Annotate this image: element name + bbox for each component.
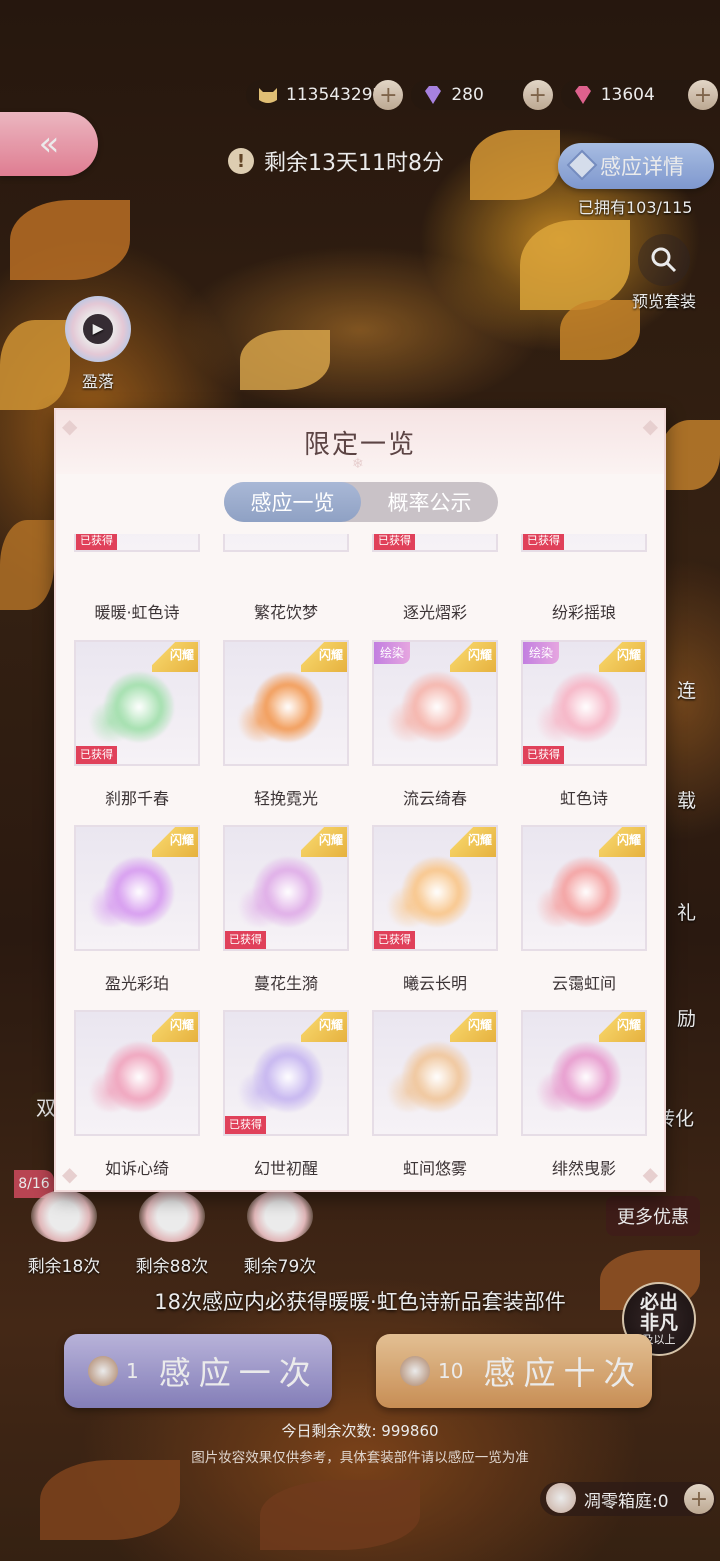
item-artwork <box>235 702 285 742</box>
snowflake-icon: ◆ <box>62 414 78 438</box>
item-name: 纷彩摇琅 <box>551 603 616 622</box>
item-grid: 闪耀已获得暖暖·虹色诗繁花饮梦已获得逐光熠彩已获得纷彩摇琅闪耀已获得刹那千春闪耀… <box>74 534 654 1190</box>
item-name: 繁花饮梦 <box>253 603 318 622</box>
item-card[interactable]: 闪耀已获得曦云长明 <box>372 821 498 1006</box>
tab-induction-list[interactable]: 感应一览 <box>224 482 361 522</box>
item-name: 蔓花生漪 <box>253 974 318 993</box>
shine-badge: 闪耀 <box>152 642 198 672</box>
item-name: 盈光彩珀 <box>104 974 169 993</box>
item-artwork <box>86 1072 136 1112</box>
shine-badge: 闪耀 <box>599 827 645 857</box>
item-image: 闪耀 绘染已获得 <box>521 640 647 766</box>
item-card[interactable]: 已获得逐光熠彩 <box>372 534 498 636</box>
item-image: 闪耀已获得 <box>74 640 200 766</box>
owned-badge: 已获得 <box>523 746 564 764</box>
owned-badge: 已获得 <box>76 746 117 764</box>
owned-badge: 已获得 <box>374 534 415 550</box>
item-card[interactable]: 已获得纷彩摇琅 <box>521 534 647 636</box>
owned-badge: 已获得 <box>76 534 117 550</box>
owned-badge: 已获得 <box>225 931 266 949</box>
owned-badge: 已获得 <box>225 1116 266 1134</box>
item-image: 已获得 <box>372 534 498 552</box>
item-card[interactable]: 闪耀 绘染流云绮春 <box>372 636 498 821</box>
item-card[interactable]: 闪耀已获得暖暖·虹色诗 <box>74 534 200 636</box>
item-image <box>223 534 349 552</box>
item-image: 闪耀 <box>74 825 200 951</box>
item-artwork <box>384 1072 434 1112</box>
item-image: 闪耀 <box>521 1010 647 1136</box>
item-card[interactable]: 闪耀虹间悠雾 <box>372 1006 498 1190</box>
item-card[interactable]: 闪耀已获得蔓花生漪 <box>223 821 349 1006</box>
item-name: 绯然曳影 <box>551 1159 616 1178</box>
item-artwork <box>384 702 434 742</box>
snowflake-icon: ◆ <box>62 1162 78 1186</box>
item-name: 曦云长明 <box>402 974 467 993</box>
shine-badge: 闪耀 <box>152 827 198 857</box>
item-artwork <box>533 887 583 927</box>
snowflake-icon: ◆ <box>642 414 658 438</box>
owned-badge: 已获得 <box>374 931 415 949</box>
snowflake-icon: ❄ <box>352 456 364 472</box>
dye-badge: 绘染 <box>374 642 411 664</box>
item-name: 轻挽霓光 <box>253 789 318 808</box>
item-name: 虹色诗 <box>559 789 608 808</box>
item-card[interactable]: 闪耀已获得幻世初醒 <box>223 1006 349 1190</box>
item-image: 闪耀已获得 <box>223 1010 349 1136</box>
shine-badge: 闪耀 <box>450 1012 496 1042</box>
owned-badge: 已获得 <box>523 534 564 550</box>
item-image: 闪耀已获得 <box>223 825 349 951</box>
shine-badge: 闪耀 <box>301 827 347 857</box>
item-name: 如诉心绮 <box>104 1159 169 1178</box>
dye-badge: 绘染 <box>523 642 560 664</box>
item-image: 闪耀 绘染 <box>372 640 498 766</box>
item-card[interactable]: 闪耀 绘染已获得虹色诗 <box>521 636 647 821</box>
item-card[interactable]: 繁花饮梦 <box>223 534 349 636</box>
item-card[interactable]: 闪耀盈光彩珀 <box>74 821 200 1006</box>
item-artwork <box>533 702 583 742</box>
item-image: 闪耀 <box>223 640 349 766</box>
modal-tabs: 感应一览 概率公示 <box>224 482 498 522</box>
item-card[interactable]: 闪耀云霭虹间 <box>521 821 647 1006</box>
item-image: 闪耀 <box>521 825 647 951</box>
snowflake-icon: ◆ <box>642 1162 658 1186</box>
item-name: 暖暖·虹色诗 <box>94 603 180 622</box>
shine-badge: 闪耀 <box>599 642 645 672</box>
tab-probability[interactable]: 概率公示 <box>361 482 498 522</box>
item-artwork <box>533 1072 583 1112</box>
item-image: 闪耀 <box>74 1010 200 1136</box>
item-card[interactable]: 闪耀绯然曳影 <box>521 1006 647 1190</box>
item-name: 虹间悠雾 <box>402 1159 467 1178</box>
item-artwork <box>235 1072 285 1112</box>
shine-badge: 闪耀 <box>301 642 347 672</box>
item-name: 刹那千春 <box>104 789 169 808</box>
shine-badge: 闪耀 <box>450 827 496 857</box>
shine-badge: 闪耀 <box>301 1012 347 1042</box>
item-card[interactable]: 闪耀如诉心绮 <box>74 1006 200 1190</box>
item-grid-viewport[interactable]: 闪耀已获得暖暖·虹色诗繁花饮梦已获得逐光熠彩已获得纷彩摇琅闪耀已获得刹那千春闪耀… <box>56 534 664 1190</box>
item-artwork <box>235 887 285 927</box>
item-artwork <box>384 887 434 927</box>
item-artwork <box>86 887 136 927</box>
item-name: 流云绮春 <box>402 789 467 808</box>
item-name: 逐光熠彩 <box>402 603 467 622</box>
shine-badge: 闪耀 <box>599 1012 645 1042</box>
limited-list-modal: 限定一览 ◆ ◆ ❄ 感应一览 概率公示 闪耀已获得暖暖·虹色诗繁花饮梦已获得逐… <box>54 408 666 1192</box>
item-image: 闪耀 <box>372 1010 498 1136</box>
item-card[interactable]: 闪耀轻挽霓光 <box>223 636 349 821</box>
item-name: 云霭虹间 <box>551 974 616 993</box>
item-image: 闪耀已获得 <box>372 825 498 951</box>
shine-badge: 闪耀 <box>450 642 496 672</box>
shine-badge: 闪耀 <box>152 1012 198 1042</box>
item-artwork <box>86 702 136 742</box>
item-name: 幻世初醒 <box>253 1159 318 1178</box>
item-image: 已获得 <box>521 534 647 552</box>
item-card[interactable]: 闪耀已获得刹那千春 <box>74 636 200 821</box>
item-image: 闪耀已获得 <box>74 534 200 552</box>
